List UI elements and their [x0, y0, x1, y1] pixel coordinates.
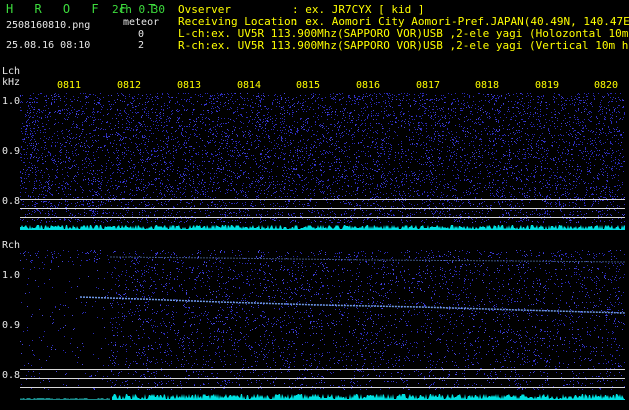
time-tick: 0817	[416, 80, 441, 91]
rch-label: Rch	[2, 240, 21, 251]
noise-pixels	[20, 93, 625, 223]
meteor-count-rch: 2	[138, 40, 145, 51]
time-tick: 0819	[535, 80, 560, 91]
time-tick: 0812	[117, 80, 142, 91]
datetime-label: 25.08.16 08:10	[6, 40, 91, 51]
meteor-label: meteor	[123, 17, 160, 28]
rch-marker-line	[20, 378, 625, 379]
lch-ytick-1: 1.0	[2, 96, 21, 107]
lch-spectrogram	[20, 93, 625, 230]
rch-marker-line	[20, 387, 625, 388]
lch-label: Lch	[2, 66, 21, 77]
lch-marker-line	[20, 217, 625, 218]
rch-spectrogram	[20, 250, 625, 400]
rch-marker-line	[20, 369, 625, 370]
filename-label: 2508160810.png	[6, 20, 91, 31]
rch-ytick-1: 1.0	[2, 270, 21, 281]
lch-info: L-ch:ex. UV5R 113.900Mhz(SAPPORO VOR)USB…	[178, 28, 629, 40]
lch-ytick-3: 0.8	[2, 196, 21, 207]
time-tick: 0815	[296, 80, 321, 91]
location-value: : ex. Aomori City Aomori-Pref.JAPAN(40.4…	[292, 15, 629, 28]
lch-spectrogram-canvas	[20, 93, 625, 230]
signal-level-bar	[20, 225, 625, 230]
time-tick: 0816	[356, 80, 381, 91]
location-label: Receiving Location	[178, 15, 298, 28]
time-tick: 0811	[57, 80, 82, 91]
lch-ytick-2: 0.9	[2, 146, 21, 157]
signal-level-bar	[20, 398, 110, 400]
meteor-count-lch: 0	[138, 29, 145, 40]
rch-ytick-2: 0.9	[2, 320, 21, 331]
rch-ytick-3: 0.8	[2, 370, 21, 381]
lch-marker-line	[20, 208, 625, 209]
time-tick: 0818	[475, 80, 500, 91]
upper-signal-trace	[109, 256, 625, 263]
version-label: 2ch 0.30	[112, 3, 165, 16]
lch-unit-label: kHz	[2, 77, 21, 88]
rch-info: R-ch:ex. UV5R 113.900Mhz(SAPPORO VOR)USB…	[178, 40, 629, 52]
time-tick: 0814	[237, 80, 262, 91]
signal-level-bar	[112, 394, 625, 400]
time-tick: 0813	[177, 80, 202, 91]
lch-marker-line	[20, 199, 625, 200]
time-tick: 0820	[594, 80, 619, 91]
